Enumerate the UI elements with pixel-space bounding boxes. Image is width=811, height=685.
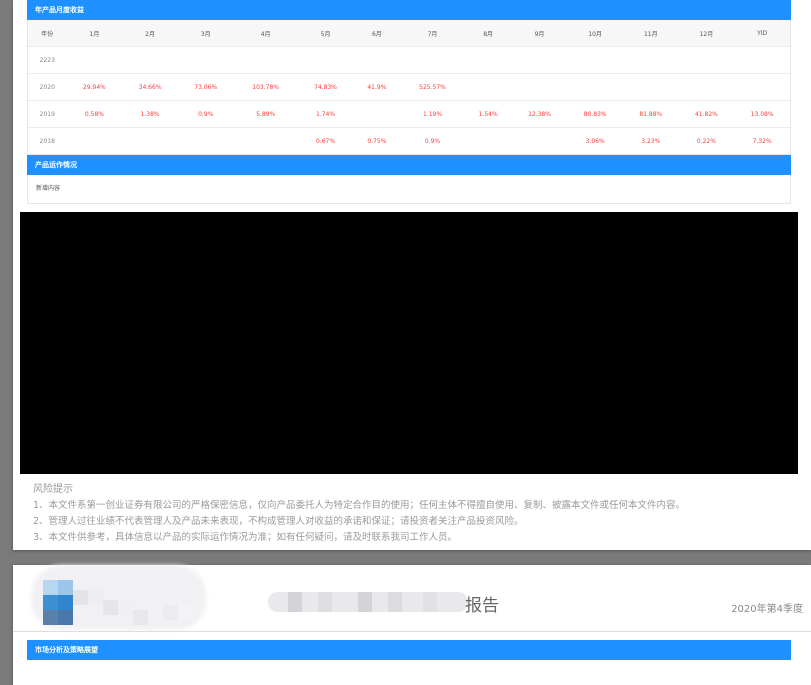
return-cell: 0.22% (696, 137, 716, 145)
year-cell: 2020 (28, 73, 67, 101)
return-cell (66, 46, 123, 74)
return-cell: 3.06% (585, 137, 605, 145)
column-header: 6月 (353, 20, 401, 47)
return-cell (178, 128, 234, 155)
return-cell: 80.83% (567, 100, 623, 128)
return-cell: 41.82% (678, 100, 735, 128)
return-cell: 73.06% (177, 73, 234, 101)
return-cell: 103.78% (233, 73, 298, 101)
report-page-1: 年产品月度收益 年份 1月 2月 3月 4月 5月 6月 7月 8月 9月 10月 11月 12月 YID… (13, 0, 811, 550)
column-header: 8月 (464, 20, 512, 47)
monthly-returns-table: 年份 1月 2月 3月 4月 5月 6月 7月 8月 9月 10月 11月 12月 YID 2223 20… (28, 20, 790, 154)
return-cell: 74.83% (297, 73, 354, 101)
return-cell: 0.9% (424, 137, 441, 145)
return-cell (233, 46, 298, 74)
operations-header: 产品运作情况 (27, 155, 791, 175)
column-header: 9月 (511, 20, 568, 47)
table-row: 2018 0.67% 0.75% 0.9% 3.06% 3.23% 0.22% 7.32% (28, 128, 790, 155)
return-cell: 7.32% (752, 137, 772, 145)
report-quarter: 2020年第4季度 (731, 604, 803, 615)
return-cell: 29.94% (66, 73, 123, 101)
return-cell: 1.19% (400, 100, 465, 128)
return-cell (511, 73, 568, 101)
column-header: 12月 (678, 20, 735, 47)
operations-panel: 新增内容 (27, 175, 791, 204)
return-cell: 1.38% (122, 100, 178, 128)
column-header: 5月 (297, 20, 354, 47)
return-cell (122, 128, 178, 155)
column-header: YID (734, 20, 790, 47)
return-cell (567, 73, 623, 101)
return-cell (122, 46, 178, 74)
return-cell (465, 128, 512, 155)
return-cell (734, 46, 790, 74)
risk-item: 3、本文件供参考，具体信息以产品的实际运作情况为准；如有任何疑问，请及时联系我司… (33, 532, 458, 543)
return-cell: 1.74% (297, 100, 354, 128)
market-analysis-header: 市场分析及策略展望 (27, 640, 791, 660)
return-cell (297, 46, 354, 74)
table-header-row: 年份 1月 2月 3月 4月 5月 6月 7月 8月 9月 10月 11月 12月 YID (28, 20, 790, 47)
risk-item: 2、管理人过往业绩不代表管理人及产品未来表现，不构成管理人对收益的承诺和保证；请… (33, 516, 524, 527)
return-cell (567, 46, 623, 74)
return-cell (512, 128, 568, 155)
table-row: 2223 (28, 46, 790, 74)
year-cell: 2223 (28, 46, 67, 74)
return-cell: 0.67% (316, 137, 336, 145)
return-cell: 5.89% (233, 100, 298, 128)
return-cell: 12.38% (511, 100, 568, 128)
return-cell (734, 73, 790, 101)
return-cell (464, 73, 512, 101)
report-page-2: 报告 2020年第4季度 市场分析及策略展望 (13, 565, 811, 685)
return-cell: 13.08% (734, 100, 790, 128)
column-header: 11月 (622, 20, 679, 47)
return-cell (353, 100, 401, 128)
report-title: 报告 (465, 596, 499, 616)
return-cell (622, 73, 679, 101)
column-header: 3月 (177, 20, 234, 47)
monthly-returns-header: 年产品月度收益 (27, 0, 791, 20)
return-cell: 81.88% (622, 100, 679, 128)
return-cell: 0.75% (367, 137, 387, 145)
column-header: 2月 (122, 20, 178, 47)
blurred-company-name (268, 592, 468, 612)
header-divider (13, 631, 811, 632)
return-cell (177, 46, 234, 74)
column-header: 10月 (567, 20, 623, 47)
return-cell: 34.66% (122, 73, 178, 101)
column-header: 年份 (28, 20, 67, 47)
year-cell: 2018 (39, 137, 55, 145)
column-header: 4月 (233, 20, 298, 47)
risk-notice: 风险提示 1、本文件系第一创业证券有限公司的严格保密信息，仅向产品委托人为特定合… (33, 482, 793, 546)
monthly-returns-panel: 年份 1月 2月 3月 4月 5月 6月 7月 8月 9月 10月 11月 12月 YID 2223 20… (27, 20, 791, 155)
column-header: 1月 (66, 20, 123, 47)
return-cell (234, 128, 298, 155)
redacted-chart-area (20, 212, 798, 474)
risk-title: 风险提示 (33, 484, 73, 495)
return-cell: 3.23% (641, 137, 661, 145)
return-cell (464, 46, 512, 74)
column-header: 7月 (400, 20, 465, 47)
return-cell: 0.9% (177, 100, 234, 128)
return-cell (400, 46, 465, 74)
table-row: 2019 0.58% 1.38% 0.9% 5.89% 1.74% 1.19% 1.54% 12… (28, 100, 790, 128)
return-cell: 1.54% (464, 100, 512, 128)
return-cell (678, 73, 735, 101)
return-cell (511, 46, 568, 74)
operations-content: 新增内容 (36, 185, 61, 192)
return-cell (67, 128, 123, 155)
return-cell (678, 46, 735, 74)
return-cell: 41.9% (353, 73, 401, 101)
return-cell: 525.57% (400, 73, 465, 101)
return-cell (622, 46, 679, 74)
return-cell: 0.58% (66, 100, 123, 128)
table-row: 2020 29.94% 34.66% 73.06% 103.78% 74.83% 41.9%… (28, 73, 790, 101)
return-cell (353, 46, 401, 74)
risk-item: 1、本文件系第一创业证券有限公司的严格保密信息，仅向产品委托人为特定合作目的使用… (33, 500, 686, 511)
year-cell: 2019 (28, 100, 67, 128)
